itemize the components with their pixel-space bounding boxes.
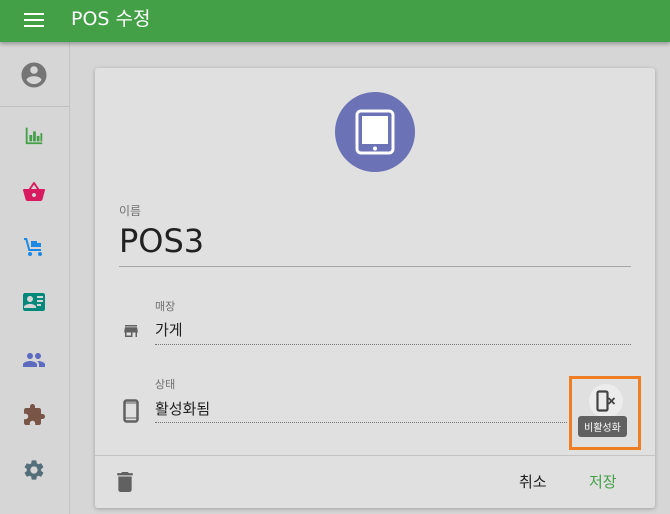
store-icon (121, 322, 141, 344)
pos-edit-card: 이름 POS3 매장 가게 상태 활성화됨 비활성화 취소 저장 (95, 68, 655, 508)
trash-icon (117, 472, 133, 492)
cart-dolly-icon[interactable] (18, 231, 50, 263)
store-field[interactable]: 가게 (155, 319, 183, 340)
store-label: 매장 (155, 300, 176, 313)
cancel-button[interactable]: 취소 (519, 471, 547, 492)
bar-chart-icon[interactable] (18, 119, 50, 151)
save-button[interactable]: 저장 (589, 471, 617, 492)
shopping-basket-icon[interactable] (18, 176, 50, 208)
menu-icon[interactable] (24, 13, 44, 29)
tablet-icon (355, 109, 395, 155)
puzzle-icon[interactable] (18, 399, 50, 431)
deactivate-highlight: 비활성화 (569, 376, 641, 450)
status-underline (155, 422, 567, 423)
device-avatar (335, 92, 415, 172)
name-underline (119, 266, 631, 267)
page-title: POS 수정 (71, 8, 151, 30)
phone-icon (123, 399, 139, 427)
gear-icon[interactable] (18, 454, 50, 486)
delete-button[interactable] (117, 472, 137, 494)
store-underline (155, 344, 631, 345)
people-icon[interactable] (18, 344, 50, 376)
device-deactivate-icon (596, 390, 616, 412)
sidebar-profile (0, 42, 70, 107)
card-actions-divider (95, 455, 655, 456)
contact-card-icon[interactable] (18, 286, 50, 318)
name-label: 이름 (119, 204, 142, 218)
deactivate-button[interactable] (589, 384, 623, 418)
deactivate-tooltip: 비활성화 (578, 416, 627, 437)
name-field[interactable]: POS3 (119, 222, 204, 260)
account-circle-icon[interactable] (18, 59, 50, 91)
status-field[interactable]: 활성화됨 (155, 398, 210, 419)
app-bar: POS 수정 (0, 0, 670, 42)
sidebar (0, 42, 70, 514)
status-label: 상태 (155, 378, 176, 391)
